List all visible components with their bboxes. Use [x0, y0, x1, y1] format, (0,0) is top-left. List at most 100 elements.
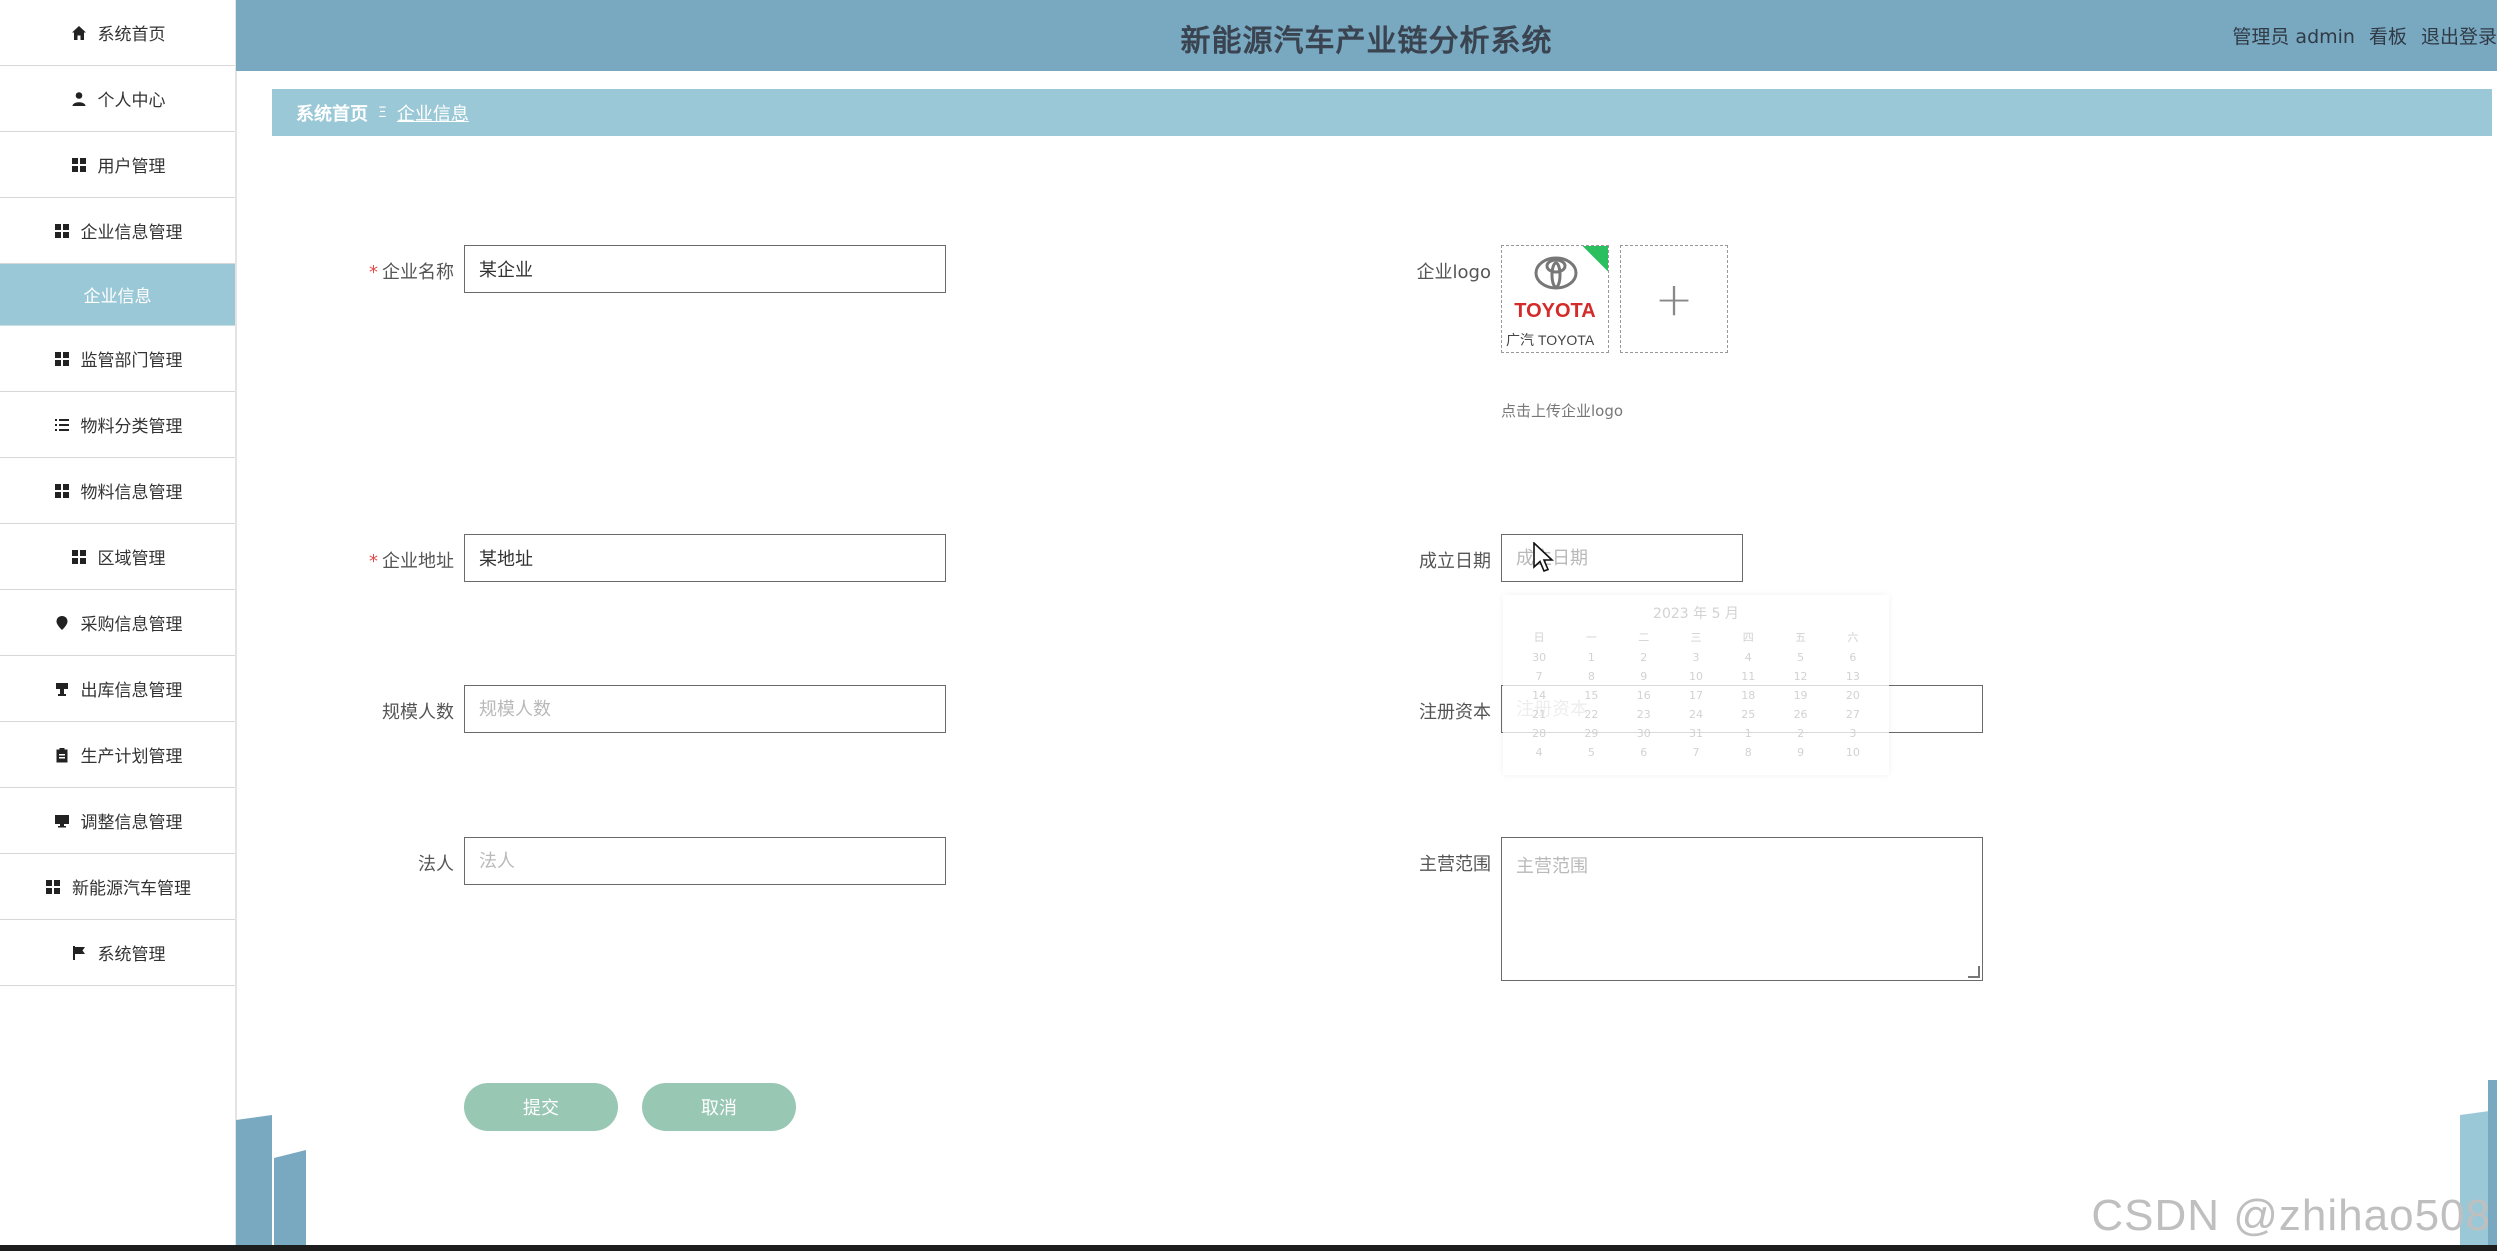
business-scope-textarea[interactable] — [1501, 837, 1983, 981]
sidebar-item-regions[interactable]: 区域管理 — [0, 524, 235, 590]
day-cell[interactable]: 3 — [1670, 651, 1722, 664]
day-cell[interactable]: 30 — [1513, 651, 1565, 664]
weekday-label: 六 — [1847, 631, 1859, 644]
dashboard-link[interactable]: 看板 — [2369, 22, 2407, 49]
required-mark: * — [369, 262, 378, 283]
day-cell[interactable]: 15 — [1565, 689, 1617, 702]
day-cell[interactable]: 18 — [1722, 689, 1774, 702]
submit-button[interactable]: 提交 — [464, 1083, 618, 1131]
breadcrumb-home[interactable]: 系统首页 — [296, 100, 368, 126]
header-actions: 管理员 admin 看板 退出登录 — [2232, 22, 2497, 49]
day-cell[interactable]: 26 — [1774, 708, 1826, 721]
logo-upload-button[interactable]: + — [1620, 245, 1728, 353]
legal-person-label: 法人 — [418, 854, 454, 875]
sidebar-item-purchases[interactable]: 采购信息管理 — [0, 590, 235, 656]
breadcrumb-current[interactable]: 企业信息 — [397, 100, 469, 126]
sidebar-item-label: 监管部门管理 — [80, 351, 183, 371]
required-mark: * — [369, 551, 378, 572]
date-picker-popup[interactable]: 2023 年 5 月 日一二三四五六 30 1 2 3 4 5 6 7 8 9 10 11 12 13 14 1… — [1503, 595, 1889, 775]
sidebar-item-label: 企业信息管理 — [80, 223, 183, 243]
top-header: 新能源汽车产业链分析系统 管理员 admin 看板 退出登录 — [236, 0, 2497, 71]
company-name-label: * 企业名称 — [334, 258, 454, 284]
address-label: * 企业地址 — [334, 547, 454, 573]
day-cell[interactable]: 6 — [1618, 746, 1670, 759]
company-name-input[interactable] — [464, 245, 946, 293]
sidebar-item-company-mgmt[interactable]: 企业信息管理 — [0, 198, 235, 264]
day-cell[interactable]: 4 — [1722, 651, 1774, 664]
bottom-bar — [0, 1245, 2497, 1251]
day-cell[interactable]: 3 — [1827, 727, 1879, 740]
day-cell[interactable]: 10 — [1670, 670, 1722, 683]
sidebar-item-adjustments[interactable]: 调整信息管理 — [0, 788, 235, 854]
day-cell[interactable]: 9 — [1774, 746, 1826, 759]
day-cell[interactable]: 2 — [1774, 727, 1826, 740]
company-name-label-text: 企业名称 — [382, 262, 454, 283]
flag-icon — [70, 944, 88, 962]
sidebar-item-material-categories[interactable]: 物料分类管理 — [0, 392, 235, 458]
grid-icon — [44, 878, 62, 896]
day-cell[interactable]: 8 — [1565, 670, 1617, 683]
registered-capital-label: 注册资本 — [1419, 702, 1491, 723]
sidebar-item-profile[interactable]: 个人中心 — [0, 66, 235, 132]
sidebar-item-label: 新能源汽车管理 — [72, 879, 191, 899]
sidebar-item-system[interactable]: 系统管理 — [0, 920, 235, 986]
logo-preview[interactable]: TOYOTA 广汽 TOYOTA — [1501, 245, 1609, 353]
day-cell[interactable]: 22 — [1565, 708, 1617, 721]
day-cell[interactable]: 31 — [1670, 727, 1722, 740]
day-cell[interactable]: 6 — [1827, 651, 1879, 664]
breadcrumb: 系统首页 Ξ 企业信息 — [272, 89, 2492, 136]
day-cell[interactable]: 7 — [1513, 670, 1565, 683]
address-input[interactable] — [464, 534, 946, 582]
day-cell[interactable]: 9 — [1618, 670, 1670, 683]
day-cell[interactable]: 8 — [1722, 746, 1774, 759]
day-cell[interactable]: 12 — [1774, 670, 1826, 683]
sidebar-item-nev[interactable]: 新能源汽车管理 — [0, 854, 235, 920]
app-title: 新能源汽车产业链分析系统 — [1180, 24, 1553, 59]
list-icon — [53, 416, 71, 434]
day-cell[interactable]: 20 — [1827, 689, 1879, 702]
sidebar-item-production-plans[interactable]: 生产计划管理 — [0, 722, 235, 788]
day-cell[interactable]: 17 — [1670, 689, 1722, 702]
day-cell[interactable]: 30 — [1618, 727, 1670, 740]
day-cell[interactable]: 10 — [1827, 746, 1879, 759]
day-cell[interactable]: 4 — [1513, 746, 1565, 759]
day-cell[interactable]: 23 — [1618, 708, 1670, 721]
day-cell[interactable]: 19 — [1774, 689, 1826, 702]
day-cell[interactable]: 16 — [1618, 689, 1670, 702]
logo-upload-hint: 点击上传企业logo — [1501, 402, 1624, 420]
sidebar-item-outbound[interactable]: 出库信息管理 — [0, 656, 235, 722]
sidebar-item-users[interactable]: 用户管理 — [0, 132, 235, 198]
day-cell[interactable]: 1 — [1722, 727, 1774, 740]
day-cell[interactable]: 24 — [1670, 708, 1722, 721]
day-cell[interactable]: 2 — [1618, 651, 1670, 664]
day-cell[interactable]: 7 — [1670, 746, 1722, 759]
sidebar-item-regulators[interactable]: 监管部门管理 — [0, 326, 235, 392]
date-picker-header: 2023 年 5 月 — [1653, 606, 1739, 622]
day-cell[interactable]: 28 — [1513, 727, 1565, 740]
day-cell[interactable]: 1 — [1565, 651, 1617, 664]
resize-handle-icon[interactable] — [1968, 966, 1980, 978]
day-cell[interactable]: 11 — [1722, 670, 1774, 683]
cancel-button[interactable]: 取消 — [642, 1083, 796, 1131]
logout-link[interactable]: 退出登录 — [2421, 22, 2497, 49]
monitor-icon — [53, 812, 71, 830]
weekday-label: 日 — [1533, 631, 1545, 644]
legal-person-input[interactable] — [464, 837, 946, 885]
day-cell[interactable]: 25 — [1722, 708, 1774, 721]
sidebar-item-home[interactable]: 系统首页 — [0, 0, 235, 66]
sidebar-item-materials[interactable]: 物料信息管理 — [0, 458, 235, 524]
clipboard-icon — [53, 746, 71, 764]
day-cell[interactable]: 5 — [1774, 651, 1826, 664]
day-cell[interactable]: 27 — [1827, 708, 1879, 721]
day-cell[interactable]: 5 — [1565, 746, 1617, 759]
staff-size-input[interactable] — [464, 685, 946, 733]
weekday-label: 三 — [1690, 631, 1702, 644]
day-cell[interactable]: 14 — [1513, 689, 1565, 702]
sidebar-subitem-company-info[interactable]: 企业信息 — [0, 264, 235, 326]
day-cell[interactable]: 21 — [1513, 708, 1565, 721]
weekday-label: 一 — [1585, 631, 1597, 644]
cup-icon — [53, 680, 71, 698]
day-cell[interactable]: 29 — [1565, 727, 1617, 740]
day-cell[interactable]: 13 — [1827, 670, 1879, 683]
app-root: 系统首页 个人中心 用户管理 企业信息管理 企业信息 监管部门管理 物料分类管理… — [0, 0, 2497, 1251]
